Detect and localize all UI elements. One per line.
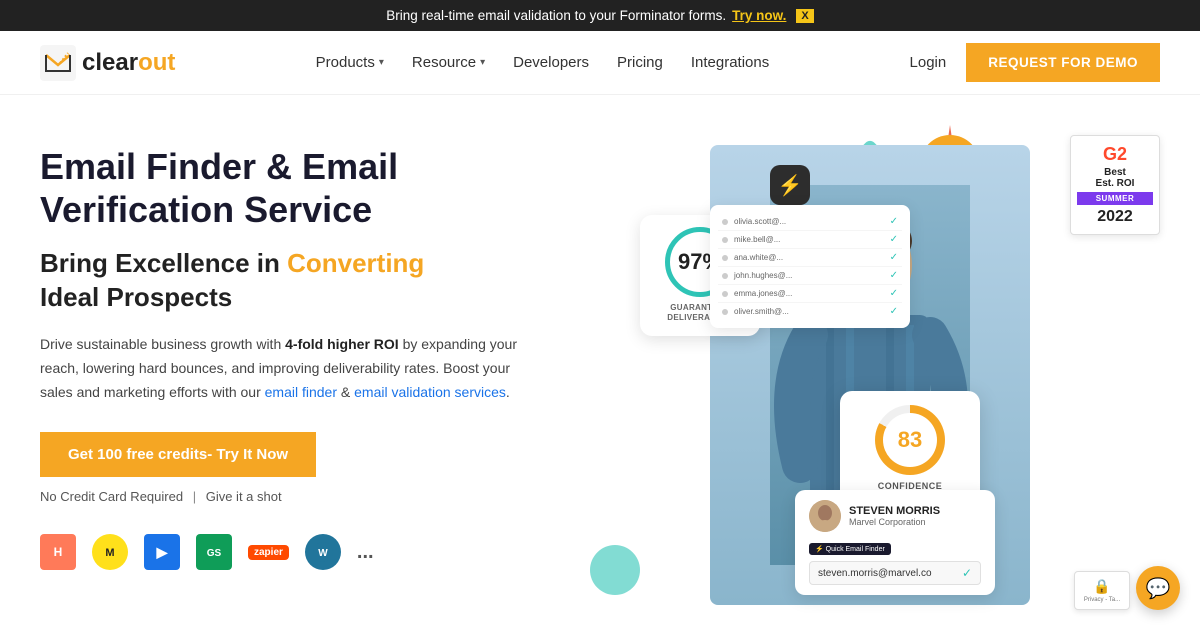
integrations-bar: H M ▶ GS zapier W ... xyxy=(40,534,560,570)
hero-roi-bold: 4-fold higher ROI xyxy=(285,336,399,352)
svg-text:H: H xyxy=(54,545,63,559)
chat-bubble[interactable]: 💬 xyxy=(1136,566,1180,610)
email-list-card: olivia.scott@...✓ mike.bell@...✓ ana.whi… xyxy=(710,205,910,328)
list-dot xyxy=(722,237,728,243)
recaptcha-widget: 🔒 Privacy - Ta... xyxy=(1074,571,1130,610)
hero-left: Email Finder & EmailVerification Service… xyxy=(40,135,560,622)
banner-try-now[interactable]: Try now. xyxy=(732,8,786,23)
hero-image-area: ⚡ 97% GUARANTEED DELIVERABLES olivia.sco… xyxy=(580,125,1060,622)
svg-text:W: W xyxy=(318,548,328,559)
more-integrations[interactable]: ... xyxy=(357,541,374,564)
list-row: mike.bell@...✓ xyxy=(718,231,902,249)
hero-subtitle-plain: Bring Excellence in xyxy=(40,248,287,278)
list-dot xyxy=(722,273,728,279)
logo[interactable]: clearout xyxy=(40,45,175,81)
nav-right: Login REQUEST FOR DEMO xyxy=(910,43,1160,82)
quick-email-icon: ⚡ xyxy=(815,546,824,553)
steven-header: STEVEN MORRIS Marvel Corporation xyxy=(809,500,981,532)
steven-email: steven.morris@marvel.co ✓ xyxy=(809,561,981,585)
hero-subtitle: Bring Excellence in Converting Ideal Pro… xyxy=(40,247,560,315)
request-demo-button[interactable]: REQUEST FOR DEMO xyxy=(966,43,1160,82)
g2-logo: G2 xyxy=(1077,144,1153,165)
lightning-icon: ⚡ xyxy=(778,173,803,198)
mailchimp-icon[interactable]: M xyxy=(92,534,128,570)
list-row: olivia.scott@...✓ xyxy=(718,213,902,231)
g2-summer: SUMMER xyxy=(1077,192,1153,205)
hubspot-icon[interactable]: H xyxy=(40,534,76,570)
hero-description: Drive sustainable business growth with 4… xyxy=(40,333,520,404)
hero-section: Email Finder & EmailVerification Service… xyxy=(0,95,1200,622)
nav-item-developers[interactable]: Developers xyxy=(513,54,589,71)
nav-item-integrations[interactable]: Integrations xyxy=(691,54,769,71)
logo-icon xyxy=(40,45,76,81)
banner-close[interactable]: X xyxy=(796,9,813,23)
wordpress-icon[interactable]: W xyxy=(305,534,341,570)
list-dot xyxy=(722,255,728,261)
banner-text: Bring real-time email validation to your… xyxy=(386,8,726,23)
hero-right: G2 Best Est. ROI SUMMER 2022 xyxy=(560,135,1160,622)
pabbly-icon[interactable]: ▶ xyxy=(144,534,180,570)
list-row: oliver.smith@...✓ xyxy=(718,303,902,320)
list-dot xyxy=(722,291,728,297)
chat-icon: 💬 xyxy=(1146,576,1171,601)
list-row: john.hughes@...✓ xyxy=(718,267,902,285)
products-chevron-icon: ▾ xyxy=(379,57,384,68)
g2-year: 2022 xyxy=(1077,208,1153,226)
svg-text:GS: GS xyxy=(207,548,222,559)
steven-company: Marvel Corporation xyxy=(849,517,940,527)
navbar: clearout Products ▾ Resource ▾ Developer… xyxy=(0,31,1200,95)
steven-card: STEVEN MORRIS Marvel Corporation ⚡ Quick… xyxy=(795,490,995,595)
zapier-icon[interactable]: zapier xyxy=(248,545,289,560)
lightning-card: ⚡ xyxy=(770,165,810,205)
googlesheets-icon[interactable]: GS xyxy=(196,534,232,570)
email-finder-link[interactable]: email finder xyxy=(265,384,337,400)
nav-item-products[interactable]: Products ▾ xyxy=(316,54,384,71)
list-row: ana.white@...✓ xyxy=(718,249,902,267)
list-dot xyxy=(722,309,728,315)
logo-text: clearout xyxy=(82,49,175,77)
steven-avatar xyxy=(809,500,841,532)
recaptcha-logo: 🔒 xyxy=(1083,578,1121,595)
nav-links: Products ▾ Resource ▾ Developers Pricing… xyxy=(207,54,877,71)
list-dot xyxy=(722,219,728,225)
steven-name: STEVEN MORRIS xyxy=(849,505,940,517)
separator: | xyxy=(193,489,196,504)
nav-item-resource[interactable]: Resource ▾ xyxy=(412,54,485,71)
g2-roi: Est. ROI xyxy=(1077,178,1153,189)
g2-badge: G2 Best Est. ROI SUMMER 2022 xyxy=(1070,135,1160,235)
list-row: emma.jones@...✓ xyxy=(718,285,902,303)
login-link[interactable]: Login xyxy=(910,54,947,71)
hero-subtitle-highlight: Converting xyxy=(287,248,424,278)
g2-best: Best xyxy=(1077,167,1153,178)
resource-chevron-icon: ▾ xyxy=(480,57,485,68)
nav-item-pricing[interactable]: Pricing xyxy=(617,54,663,71)
email-check-icon: ✓ xyxy=(962,566,972,580)
confidence-score: 83 xyxy=(898,427,922,453)
top-banner: Bring real-time email validation to your… xyxy=(0,0,1200,31)
deco-teal-circle xyxy=(590,545,640,595)
email-validation-link[interactable]: email validation services xyxy=(354,384,506,400)
hero-subtitle-end: Ideal Prospects xyxy=(40,282,232,312)
hero-title: Email Finder & EmailVerification Service xyxy=(40,145,560,231)
steven-badge: ⚡ Quick Email Finder xyxy=(809,543,891,555)
confidence-circle: 83 xyxy=(875,405,945,475)
cta-button[interactable]: Get 100 free credits- Try It Now xyxy=(40,432,316,477)
cta-subtext: No Credit Card Required | Give it a shot xyxy=(40,489,560,504)
svg-text:M: M xyxy=(105,547,114,559)
